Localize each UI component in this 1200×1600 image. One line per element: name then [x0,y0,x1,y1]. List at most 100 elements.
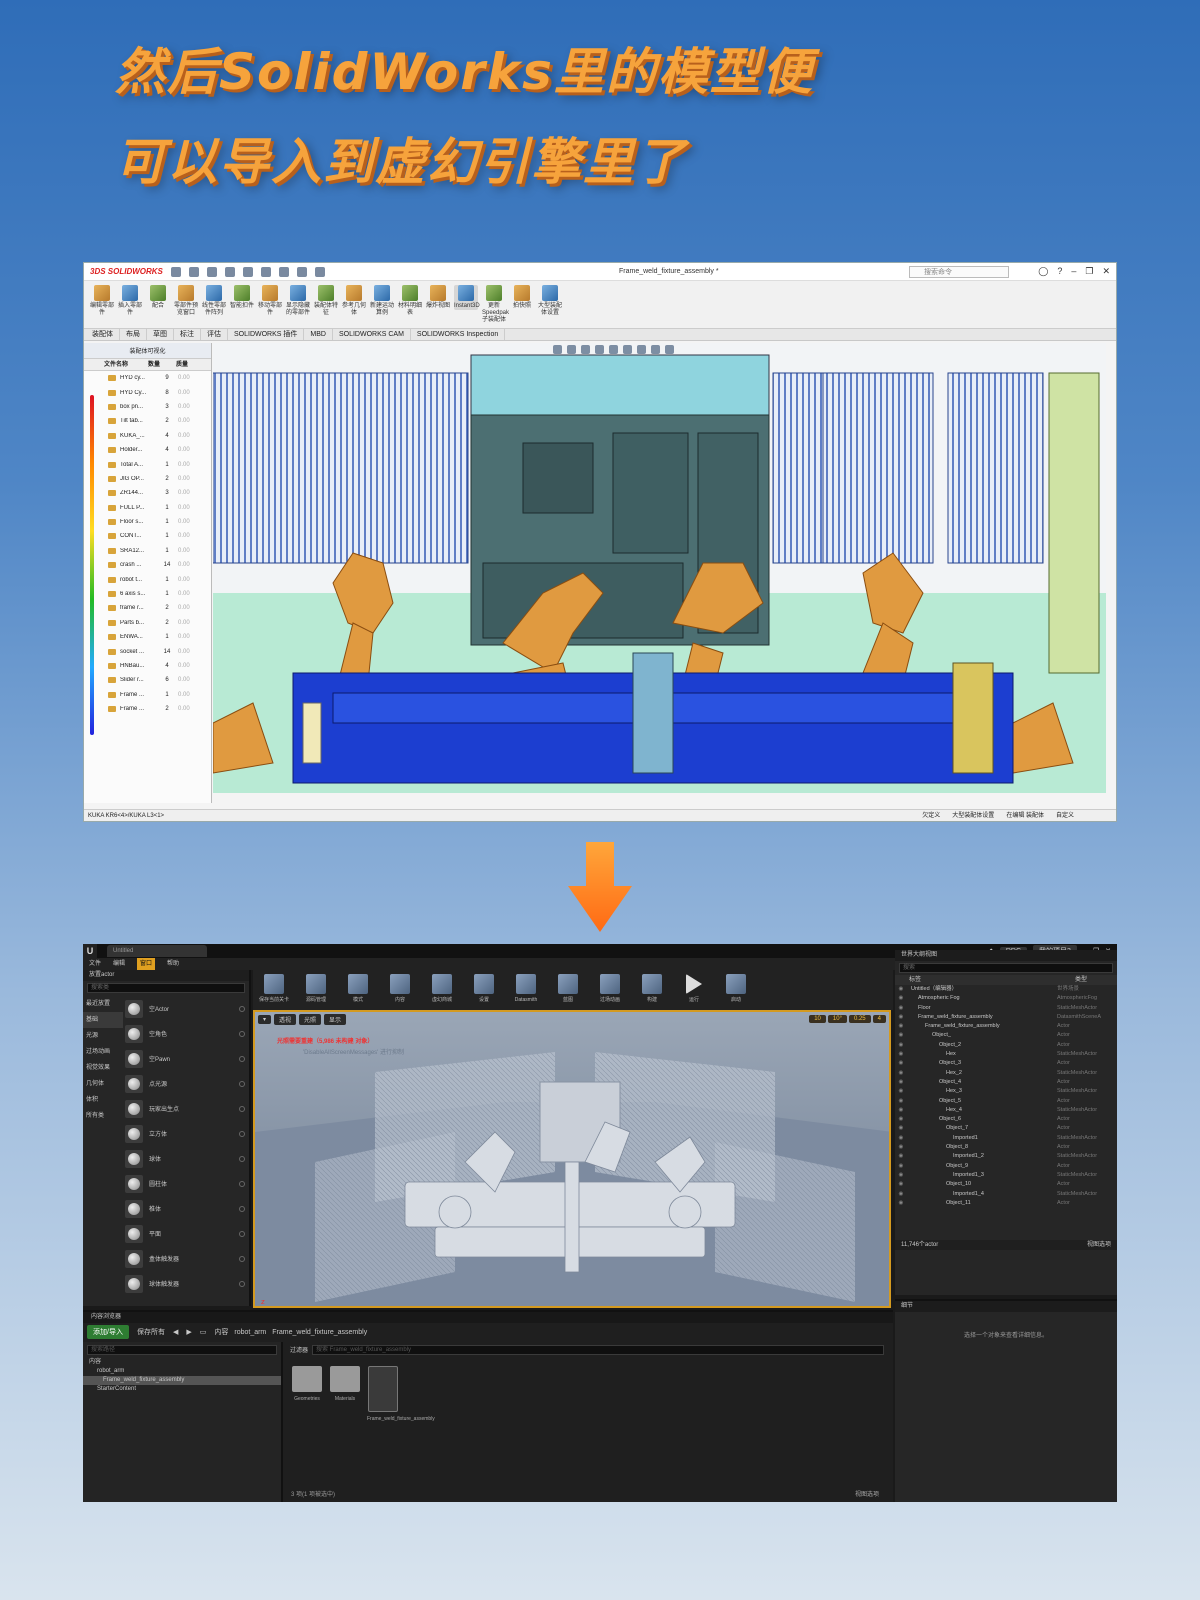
outliner-row[interactable]: ◉ Object_3 Actor [895,1059,1117,1068]
col-mass[interactable]: 质量 [176,359,202,370]
outliner-row[interactable]: ◉ Atmospheric Fog AtmosphericFog [895,994,1117,1003]
sw-tab[interactable]: MBD [304,329,333,340]
content-view-options[interactable]: 视图选项 [855,1489,879,1498]
col-count[interactable]: 数量 [148,359,176,370]
outliner-row[interactable]: ◉ Hex StaticMeshActor [895,1050,1117,1059]
sw-tab[interactable]: 评估 [201,329,228,340]
folder-tree-item[interactable]: 内容 [83,1358,281,1367]
col-file-name[interactable]: 文件名称 [84,359,148,370]
help-icon[interactable] [239,1230,245,1237]
visibility-icon[interactable]: ◉ [895,1124,907,1133]
outliner-row[interactable]: ◉ Imported1_2 StaticMeshActor [895,1152,1117,1161]
select-icon[interactable] [278,266,289,277]
toolbar-button[interactable]: 内容 [383,972,417,1008]
component-row[interactable]: Frame ... 1 0.00 [84,688,211,702]
visibility-icon[interactable]: ◉ [895,1180,907,1189]
zoom-fit-icon[interactable] [553,345,562,354]
ribbon-button[interactable]: 参考几何体 [342,285,366,317]
breadcrumb-item[interactable]: 内容 [214,1329,228,1336]
toolbar-button[interactable]: 保存当前关卡 [257,972,291,1008]
visibility-icon[interactable]: ◉ [895,1069,907,1078]
place-item[interactable]: 平面 [125,1221,249,1246]
options-icon[interactable] [314,266,325,277]
toolbar-button[interactable]: 设置 [467,972,501,1008]
ue-level-tab[interactable]: Untitled [107,945,207,957]
place-category[interactable]: 过场动画 [83,1044,123,1060]
sw-tab[interactable]: SOLIDWORKS Inspection [411,329,506,340]
outliner-row[interactable]: ◉ Imported1 StaticMeshActor [895,1134,1117,1143]
ribbon-button[interactable]: 装配体特征 [314,285,338,317]
outliner-row[interactable]: ◉ Floor StaticMeshActor [895,1004,1117,1013]
ue-menu-item[interactable]: 窗口 [137,958,156,970]
open-file-icon[interactable] [206,266,217,277]
component-row[interactable]: JIG OP... 2 0.00 [84,472,211,486]
undo-icon[interactable] [260,266,271,277]
ribbon-button[interactable]: 移动零部件 [258,285,282,317]
place-item[interactable]: 球体触发器 [125,1271,249,1296]
component-row[interactable]: Total A... 1 0.00 [84,457,211,471]
sw-search-input[interactable]: 搜索命令 [909,266,1009,278]
outliner-row[interactable]: ◉ Object_7 Actor [895,1124,1117,1133]
help-icon[interactable] [239,1155,245,1162]
help-icon[interactable] [239,1255,245,1262]
place-item[interactable]: 圆柱体 [125,1171,249,1196]
toolbar-button[interactable]: 构建 [635,972,669,1008]
place-category[interactable]: 所有类 [83,1108,123,1124]
show-button[interactable]: 显示 [324,1013,347,1025]
hide-show-icon[interactable] [637,345,646,354]
ue-viewport[interactable]: ▾ 透视 光照 显示 10 10° 0.25 4 光照需要重建（5,986 未构建 对… [253,1010,891,1308]
view-orientation-icon[interactable] [609,345,618,354]
visibility-icon[interactable]: ◉ [895,1152,907,1161]
help-icon[interactable] [239,1030,245,1037]
component-row[interactable]: box pn... 3 0.00 [84,400,211,414]
save-all-button[interactable]: 保存所有 [137,1327,165,1337]
outliner-row[interactable]: ◉ Frame_weld_fixture_assembly DatasmithSce… [895,1013,1117,1022]
sw-tab[interactable]: 装配体 [86,329,120,340]
place-search-input[interactable]: 搜索类 [87,983,245,993]
section-view-icon[interactable] [595,345,604,354]
ribbon-button[interactable]: 线性零部件阵列 [202,285,226,317]
outliner-row[interactable]: ◉ Object_11 Actor [895,1199,1117,1208]
component-row[interactable]: Frame ... 2 0.00 [84,702,211,716]
visibility-icon[interactable]: ◉ [895,1022,907,1031]
print-icon[interactable] [242,266,253,277]
scene-icon[interactable] [665,345,674,354]
place-item[interactable]: 空Actor [125,996,249,1021]
outliner-view-options[interactable]: 视图选项 [1087,1240,1111,1250]
place-item[interactable]: 空角色 [125,1021,249,1046]
component-row[interactable]: FULL P... 1 0.00 [84,501,211,515]
close-icon[interactable]: ✕ [1102,266,1110,277]
toolbar-button[interactable]: 运行 [677,972,711,1008]
ribbon-button[interactable]: 拍快照 [510,285,534,310]
ribbon-button[interactable]: 零部件预览窗口 [174,285,198,317]
toolbar-button[interactable]: 启动 [719,972,753,1008]
ue-menu-item[interactable]: 文件 [89,958,101,970]
ribbon-button[interactable]: 材料明细表 [398,285,422,317]
restore-icon[interactable]: ❐ [1085,266,1093,277]
component-row[interactable]: Parts b... 2 0.00 [84,616,211,630]
place-item[interactable]: 玩家出生点 [125,1096,249,1121]
outliner-row[interactable]: ◉ Object_4 Actor [895,1078,1117,1087]
ribbon-button[interactable]: 显示隐藏的零部件 [286,285,310,317]
component-row[interactable]: CONT... 1 0.00 [84,529,211,543]
outliner-search-input[interactable]: 搜索 [899,963,1113,973]
back-icon[interactable]: ◀ [173,1328,178,1336]
component-row[interactable]: Holder... 4 0.00 [84,443,211,457]
folder-search-input[interactable]: 搜索路径 [87,1345,277,1355]
ribbon-button[interactable]: 新建运动算例 [370,285,394,317]
appearance-icon[interactable] [651,345,660,354]
component-row[interactable]: frame r... 2 0.00 [84,601,211,615]
asset-folder-geometries[interactable]: Geometries [291,1366,323,1402]
outliner-row[interactable]: ◉ Object_9 Actor [895,1162,1117,1171]
component-row[interactable]: crash ... 14 0.00 [84,558,211,572]
folder-tree-item[interactable]: robot_arm [83,1367,281,1376]
outliner-row[interactable]: ◉ Untitled（编辑器） 世界场景 [895,985,1117,994]
place-category[interactable]: 光源 [83,1028,123,1044]
ribbon-button[interactable]: 智能扣件 [230,285,254,310]
sw-tab[interactable]: 布局 [120,329,147,340]
filter-button[interactable]: 过滤器 [290,1345,308,1355]
visibility-icon[interactable]: ◉ [895,1041,907,1050]
ribbon-button[interactable]: 更新Speedpak子装配体 [482,285,509,324]
sw-graphics-area[interactable] [213,343,1106,793]
toolbar-button[interactable]: 蓝图 [551,972,585,1008]
